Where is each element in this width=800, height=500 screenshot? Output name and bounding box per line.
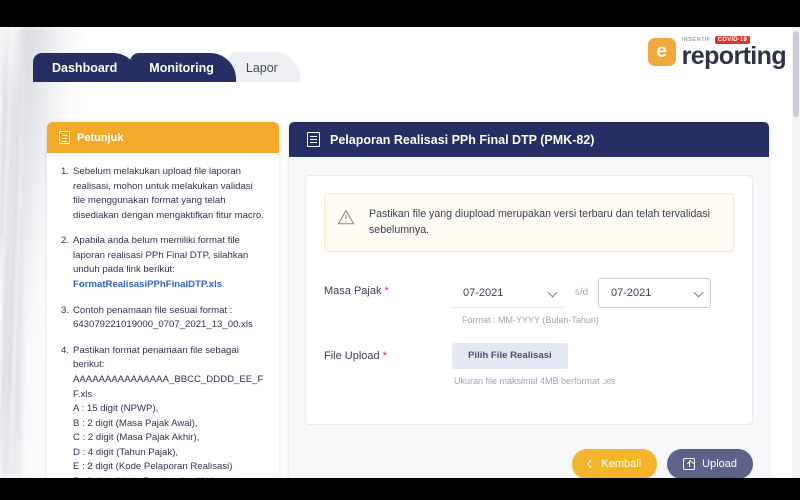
instructions-icon bbox=[59, 131, 70, 144]
petunjuk-item-3-example-filename: 643079221019000_0707_2021_13_00.xls bbox=[73, 319, 253, 331]
masa-pajak-range: 07-2021 s/d 07-2021 bbox=[452, 277, 734, 308]
petunjuk-item-4-text: Pastikan format penamaan file sebagai be… bbox=[73, 344, 239, 371]
petunjuk-item-4-format-pattern: AAAAAAAAAAAAAAA_BBCC_DDDD_EE_FF.xls bbox=[73, 373, 264, 400]
petunjuk-item-4-number: 4. bbox=[61, 344, 70, 356]
chevron-left-icon bbox=[587, 459, 596, 469]
field-row-masa-pajak: Masa Pajak * 07-2021 s/d 07-2021 Format … bbox=[324, 277, 734, 325]
lapor-card-title: Pelaporan Realisasi PPh Final DTP (PMK-8… bbox=[330, 132, 595, 147]
file-upload-controls: Pilih File Realisasi Ukuran file maksima… bbox=[452, 342, 734, 386]
tab-dashboard[interactable]: Dashboard bbox=[33, 53, 140, 82]
chevron-down-icon bbox=[693, 287, 704, 298]
tab-monitoring[interactable]: Monitoring bbox=[130, 53, 236, 82]
masa-pajak-from-value: 07-2021 bbox=[463, 286, 504, 299]
masa-pajak-hint: Format : MM-YYYY (Bulan-Tahun) bbox=[462, 314, 599, 325]
upload-icon bbox=[683, 457, 696, 470]
petunjuk-item-2-number: 2. bbox=[61, 235, 70, 247]
petunjuk-item-3-text-wrap: Contoh penamaan file sesuai format : 643… bbox=[73, 304, 266, 333]
petunjuk-header: Petunjuk bbox=[47, 122, 279, 153]
field-row-file-upload: File Upload * Pilih File Realisasi Ukura… bbox=[324, 342, 734, 386]
tab-dashboard-label: Dashboard bbox=[52, 60, 118, 75]
main-tab-bar: Dashboard Monitoring Lapor bbox=[33, 53, 300, 82]
letterbox-bottom bbox=[0, 478, 800, 500]
petunjuk-legend-b: B : 2 digit (Masa Pajak Awal), bbox=[73, 417, 198, 429]
file-upload-label-text: File Upload bbox=[324, 349, 380, 362]
petunjuk-item-2-text: Apabila anda belum memiliki format file … bbox=[73, 235, 249, 276]
content-area: Petunjuk 1. Sebelum melakukan upload fil… bbox=[0, 82, 800, 478]
kembali-button[interactable]: Kembali bbox=[572, 448, 658, 478]
masa-pajak-separator: s/d bbox=[574, 287, 589, 299]
brand-logo: e INSENTIF COVID-19 reporting bbox=[647, 35, 787, 70]
form-container: Pastikan file yang diupload merupakan ve… bbox=[305, 175, 753, 425]
form-action-buttons: Kembali Upload bbox=[305, 448, 753, 478]
pilih-file-realisasi-button[interactable]: Pilih File Realisasi bbox=[452, 342, 568, 369]
lapor-card-header: Pelaporan Realisasi PPh Final DTP (PMK-8… bbox=[289, 122, 769, 157]
masa-pajak-controls: 07-2021 s/d 07-2021 Format : MM-YYYY (Bu… bbox=[452, 277, 734, 325]
screenshot-viewport: e INSENTIF COVID-19 reporting Dashboard … bbox=[0, 0, 800, 500]
report-document-icon bbox=[307, 132, 320, 147]
tab-lapor[interactable]: Lapor bbox=[226, 53, 300, 82]
tab-lapor-label: Lapor bbox=[245, 60, 278, 75]
lapor-card: Pelaporan Realisasi PPh Final DTP (PMK-8… bbox=[289, 122, 769, 478]
petunjuk-item-3-text: Contoh penamaan file sesuai format : bbox=[73, 304, 233, 316]
petunjuk-item-1-number: 1. bbox=[61, 166, 70, 177]
upload-button-label: Upload bbox=[702, 457, 737, 470]
petunjuk-item-1-text: Sebelum melakukan upload file laporan re… bbox=[73, 166, 264, 221]
tab-monitoring-label: Monitoring bbox=[149, 60, 214, 75]
format-realisasi-download-link[interactable]: FormatRealisasiPPhFinalDTP.xls bbox=[73, 278, 266, 293]
petunjuk-item-3: 3. Contoh penamaan file sesuai format : … bbox=[61, 304, 266, 333]
warning-triangle-icon bbox=[337, 208, 355, 231]
warning-message: Pastikan file yang diupload merupakan ve… bbox=[369, 208, 710, 237]
file-upload-required-marker: * bbox=[382, 349, 387, 362]
lapor-card-body: Pastikan file yang diupload merupakan ve… bbox=[289, 157, 769, 478]
letterbox-top bbox=[0, 0, 800, 27]
warning-banner: Pastikan file yang diupload merupakan ve… bbox=[324, 193, 734, 252]
petunjuk-title: Petunjuk bbox=[77, 131, 124, 144]
upload-button[interactable]: Upload bbox=[667, 448, 753, 478]
petunjuk-body: 1. Sebelum melakukan upload file laporan… bbox=[47, 153, 279, 478]
masa-pajak-to-value: 07-2021 bbox=[611, 286, 652, 299]
masa-pajak-label: Masa Pajak * bbox=[324, 278, 452, 297]
petunjuk-item-4-text-wrap: Pastikan format penamaan file sebagai be… bbox=[73, 344, 266, 478]
kembali-button-label: Kembali bbox=[601, 457, 642, 470]
petunjuk-legend-c: C : 2 digit (Masa Pajak Akhir), bbox=[73, 432, 200, 444]
masa-pajak-label-text: Masa Pajak bbox=[324, 284, 382, 297]
e-reporting-logo-icon: e bbox=[647, 37, 676, 66]
petunjuk-item-2-text-wrap: Apabila anda belum memiliki format file … bbox=[73, 234, 266, 292]
brand-wordmark: INSENTIF COVID-19 reporting bbox=[681, 35, 787, 70]
brand-name: reporting bbox=[681, 42, 787, 70]
petunjuk-item-1: 1. Sebelum melakukan upload file laporan… bbox=[61, 165, 266, 223]
masa-pajak-from-select[interactable]: 07-2021 bbox=[452, 277, 565, 308]
file-upload-label: File Upload * bbox=[324, 343, 452, 362]
web-page: e INSENTIF COVID-19 reporting Dashboard … bbox=[0, 27, 800, 478]
petunjuk-panel: Petunjuk 1. Sebelum melakukan upload fil… bbox=[47, 122, 279, 478]
masa-pajak-required-marker: * bbox=[384, 284, 389, 297]
page-scrollbar-thumb[interactable] bbox=[793, 31, 799, 117]
petunjuk-item-2: 2. Apabila anda belum memiliki format fi… bbox=[61, 234, 266, 292]
masa-pajak-to-select[interactable]: 07-2021 bbox=[598, 277, 711, 308]
petunjuk-legend-e: E : 2 digit (Kode Pelaporan Realisasi) bbox=[73, 461, 233, 473]
file-upload-hint: Ukuran file maksimal 4MB berformat .xls bbox=[454, 375, 616, 386]
petunjuk-legend-a: A : 15 digit (NPWP), bbox=[73, 403, 159, 415]
petunjuk-legend-d: D : 4 digit (Tahun Pajak), bbox=[73, 446, 179, 458]
petunjuk-item-4: 4. Pastikan format penamaan file sebagai… bbox=[61, 344, 266, 478]
petunjuk-item-3-number: 3. bbox=[61, 304, 70, 316]
chevron-down-icon bbox=[547, 287, 558, 298]
